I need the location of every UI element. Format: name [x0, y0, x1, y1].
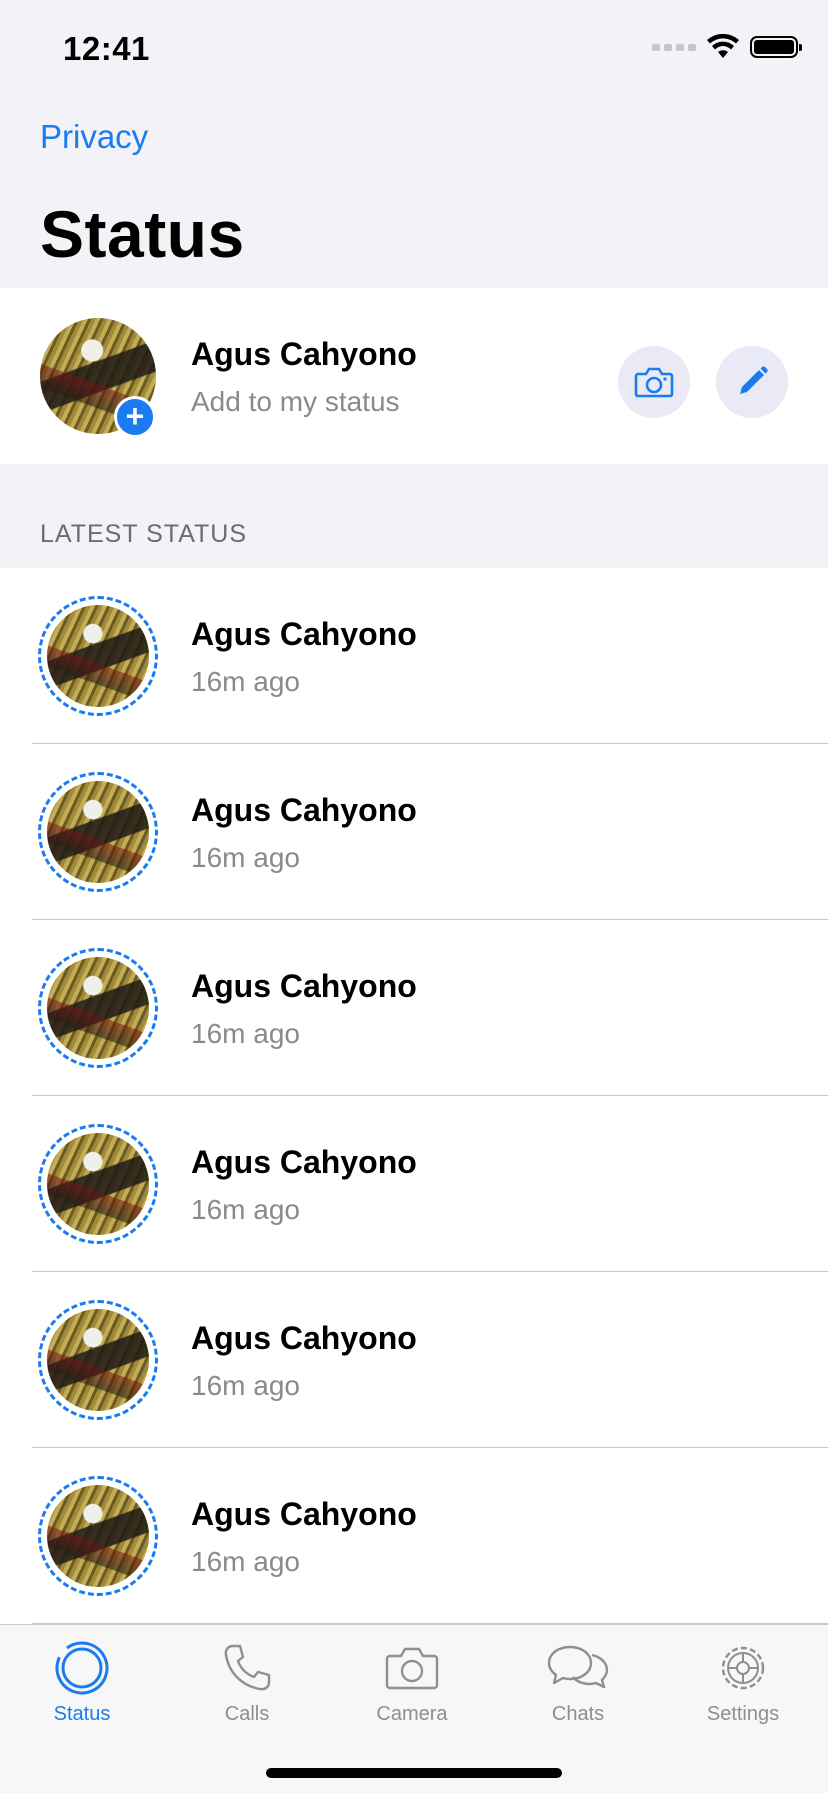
status-time-ago: 16m ago — [191, 1546, 300, 1577]
camera-status-button[interactable] — [618, 346, 690, 418]
avatar — [47, 957, 149, 1059]
avatar — [47, 781, 149, 883]
tab-settings[interactable]: Settings — [678, 1639, 808, 1726]
tab-label: Status — [53, 1703, 111, 1725]
tab-label: Camera — [376, 1703, 448, 1725]
status-bar: 12:41 — [0, 0, 828, 100]
status-icon — [55, 1641, 109, 1695]
tab-camera[interactable]: Camera — [347, 1639, 477, 1726]
pencil-icon — [740, 366, 768, 394]
tab-label: Settings — [706, 1703, 780, 1725]
latest-status-list: Agus Cahyono 16m ago Agus Cahyono 16m ag… — [0, 568, 828, 1624]
text-status-button[interactable] — [716, 346, 788, 418]
list-item[interactable]: Agus Cahyono 16m ago — [0, 1448, 828, 1624]
phone-icon — [224, 1644, 271, 1691]
tab-calls[interactable]: Calls — [182, 1639, 312, 1726]
list-item[interactable]: Agus Cahyono 16m ago — [0, 568, 828, 744]
avatar — [47, 1133, 149, 1235]
status-time-ago: 16m ago — [191, 666, 300, 697]
contact-name: Agus Cahyono — [191, 792, 417, 828]
home-indicator[interactable] — [266, 1768, 562, 1778]
camera-icon — [634, 367, 674, 398]
privacy-link[interactable]: Privacy — [40, 118, 148, 156]
contact-name: Agus Cahyono — [191, 616, 417, 652]
wifi-icon — [707, 34, 739, 58]
status-time-ago: 16m ago — [191, 842, 300, 873]
status-icons — [652, 34, 802, 60]
latest-status-header: LATEST STATUS — [40, 520, 248, 548]
tab-status[interactable]: Status — [17, 1639, 147, 1726]
chat-bubbles-icon — [547, 1645, 609, 1689]
tab-chats[interactable]: Chats — [513, 1639, 643, 1726]
camera-icon — [385, 1647, 439, 1690]
list-item[interactable]: Agus Cahyono 16m ago — [0, 1096, 828, 1272]
contact-name: Agus Cahyono — [191, 1144, 417, 1180]
avatar — [47, 605, 149, 707]
avatar — [47, 1309, 149, 1411]
add-status-badge[interactable]: + — [114, 396, 156, 438]
status-time-ago: 16m ago — [191, 1018, 300, 1049]
battery-icon — [750, 36, 802, 58]
status-time-ago: 16m ago — [191, 1370, 300, 1401]
my-status-subtitle: Add to my status — [191, 386, 400, 417]
signal-icon — [652, 43, 696, 51]
list-item[interactable]: Agus Cahyono 16m ago — [0, 744, 828, 920]
my-status-name: Agus Cahyono — [191, 336, 417, 372]
avatar — [47, 1485, 149, 1587]
gear-icon — [721, 1646, 765, 1690]
status-time-ago: 16m ago — [191, 1194, 300, 1225]
contact-name: Agus Cahyono — [191, 968, 417, 1004]
list-item[interactable]: Agus Cahyono 16m ago — [0, 1272, 828, 1448]
list-item[interactable]: Agus Cahyono 16m ago — [0, 920, 828, 1096]
tab-label: Chats — [551, 1703, 605, 1725]
tab-label: Calls — [224, 1703, 270, 1725]
contact-name: Agus Cahyono — [191, 1320, 417, 1356]
my-status-row[interactable]: + Agus Cahyono Add to my status — [0, 288, 828, 464]
status-time: 12:41 — [63, 30, 150, 67]
page-title: Status — [40, 197, 245, 271]
contact-name: Agus Cahyono — [191, 1496, 417, 1532]
